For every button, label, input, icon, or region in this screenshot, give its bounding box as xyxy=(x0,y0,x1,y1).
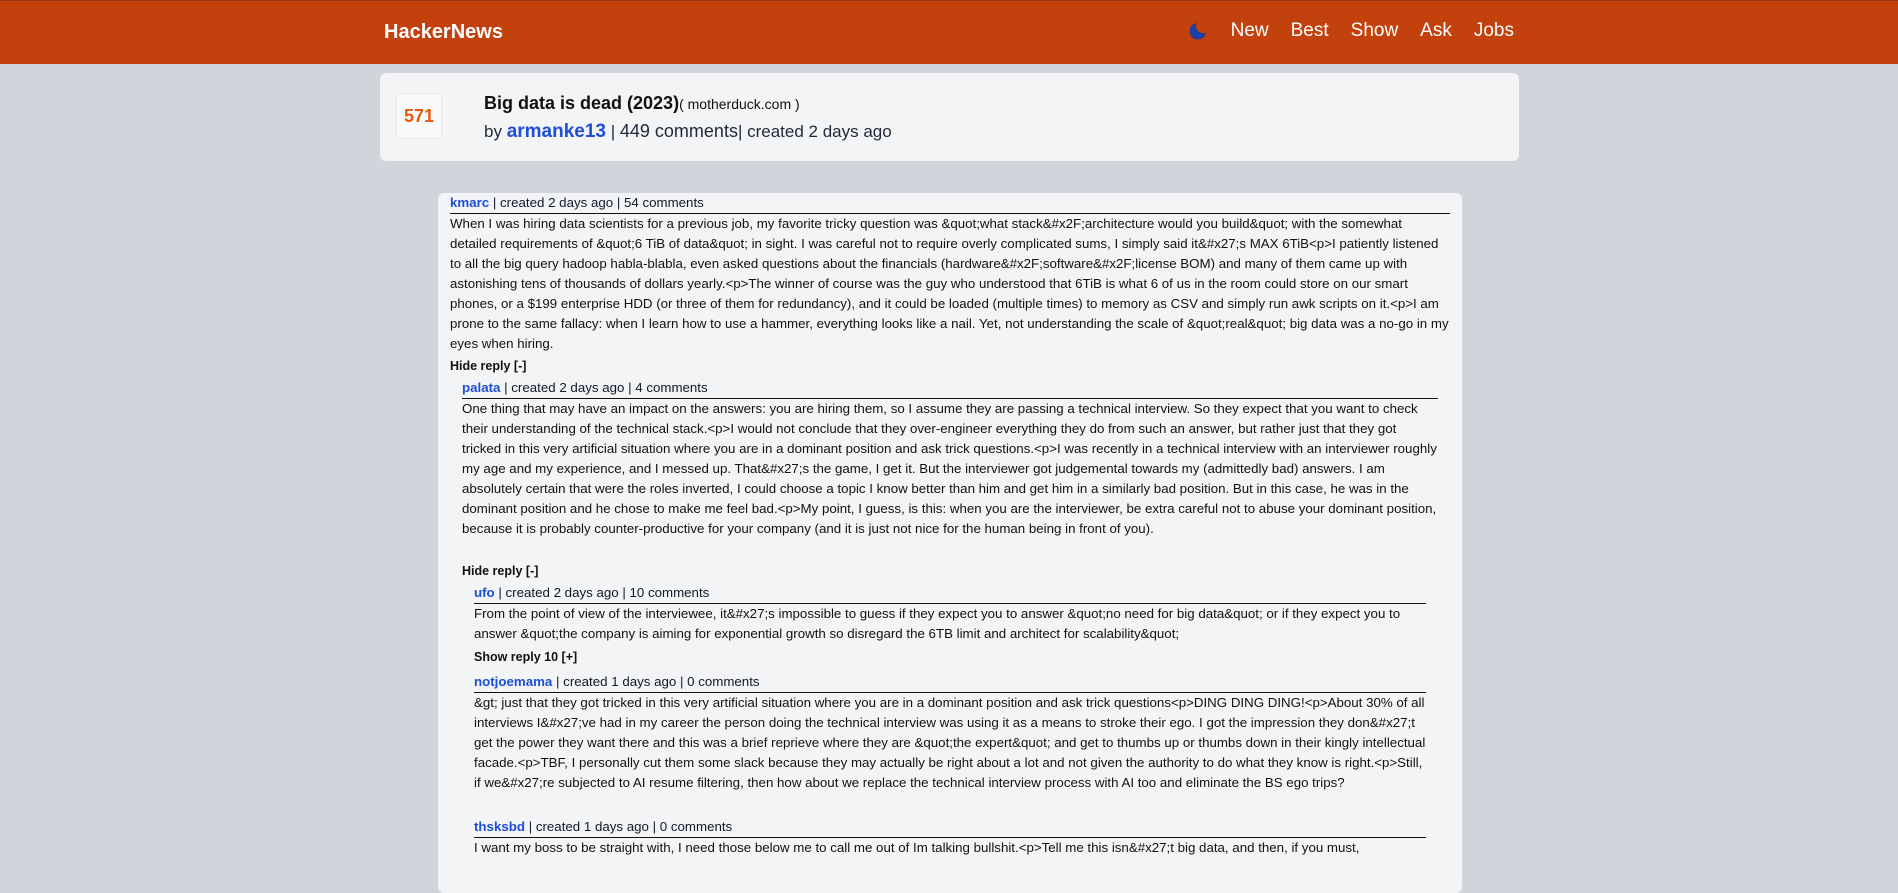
hide-reply-toggle[interactable]: Hide reply [-] xyxy=(450,359,526,373)
comment: palata | created 2 days ago | 4 comments… xyxy=(462,378,1438,539)
comment-text: From the point of view of the interviewe… xyxy=(474,606,1401,641)
comment-text: When I was hiring data scientists for a … xyxy=(450,216,1449,351)
story-created: | created 2 days ago xyxy=(737,122,892,141)
comment-meta: notjoemama | created 1 days ago | 0 comm… xyxy=(474,672,1426,693)
comments-panel: kmarc | created 2 days ago | 54 comments… xyxy=(438,193,1462,893)
story-title[interactable]: Big data is dead (2023)( motherduck.com … xyxy=(484,93,800,114)
comment-meta-text: | created 2 days ago | 4 comments xyxy=(504,380,708,395)
comment: notjoemama | created 1 days ago | 0 comm… xyxy=(474,672,1426,793)
hide-reply-toggle[interactable]: Hide reply [-] xyxy=(462,564,538,578)
comment: thsksbd | created 1 days ago | 0 comment… xyxy=(474,817,1426,858)
comment-author[interactable]: thsksbd xyxy=(474,819,525,834)
comment-author[interactable]: kmarc xyxy=(450,195,489,210)
story-author[interactable]: armanke13 xyxy=(507,121,606,142)
meta-separator: | xyxy=(610,122,616,141)
comment-text: &gt; just that they got tricked in this … xyxy=(474,695,1426,790)
show-reply-toggle[interactable]: Show reply 10 [+] xyxy=(474,650,577,664)
comment-meta: palata | created 2 days ago | 4 comments xyxy=(462,378,1438,399)
comment-meta-text: | created 1 days ago | 0 comments xyxy=(528,819,733,834)
comment-meta-text: | created 1 days ago | 0 comments xyxy=(556,674,760,689)
nav-show[interactable]: Show xyxy=(1351,20,1399,42)
comment-text: I want my boss to be straight with, I ne… xyxy=(474,840,1360,855)
brand-logo[interactable]: HackerNews xyxy=(384,21,503,44)
nav-ask[interactable]: Ask xyxy=(1420,20,1452,42)
nav-best[interactable]: Best xyxy=(1291,20,1329,42)
comment-meta: ufo | created 2 days ago | 10 comments xyxy=(474,583,1426,604)
comment-meta: thsksbd | created 1 days ago | 0 comment… xyxy=(474,817,1426,838)
story-score: 571 xyxy=(396,93,442,139)
comment-text: One thing that may have an impact on the… xyxy=(462,401,1437,536)
nav-jobs[interactable]: Jobs xyxy=(1474,20,1514,42)
moon-icon[interactable] xyxy=(1187,20,1209,42)
nav-new[interactable]: New xyxy=(1231,20,1269,42)
comment: ufo | created 2 days ago | 10 comments F… xyxy=(474,583,1426,644)
comment-author[interactable]: notjoemama xyxy=(474,674,552,689)
comment: kmarc | created 2 days ago | 54 comments… xyxy=(450,193,1450,354)
comment-author[interactable]: palata xyxy=(462,380,500,395)
comment-meta: kmarc | created 2 days ago | 54 comments xyxy=(450,193,1450,214)
comment-author[interactable]: ufo xyxy=(474,585,495,600)
story-meta: by armanke13 | 449 comments| created 2 d… xyxy=(484,121,892,143)
story-comments-count[interactable]: 449 comments xyxy=(620,121,738,141)
top-navbar: HackerNews New Best Show Ask Jobs xyxy=(0,0,1898,64)
story-title-text[interactable]: Big data is dead (2023) xyxy=(484,93,679,113)
story-card: 571 Big data is dead (2023)( motherduck.… xyxy=(380,73,1519,161)
story-by-label: by xyxy=(484,122,502,141)
comment-meta-text: | created 2 days ago | 10 comments xyxy=(498,585,710,600)
comment-meta-text: | created 2 days ago | 54 comments xyxy=(492,195,704,210)
story-domain[interactable]: ( motherduck.com ) xyxy=(679,96,800,112)
main-nav: New Best Show Ask Jobs xyxy=(1187,20,1514,42)
